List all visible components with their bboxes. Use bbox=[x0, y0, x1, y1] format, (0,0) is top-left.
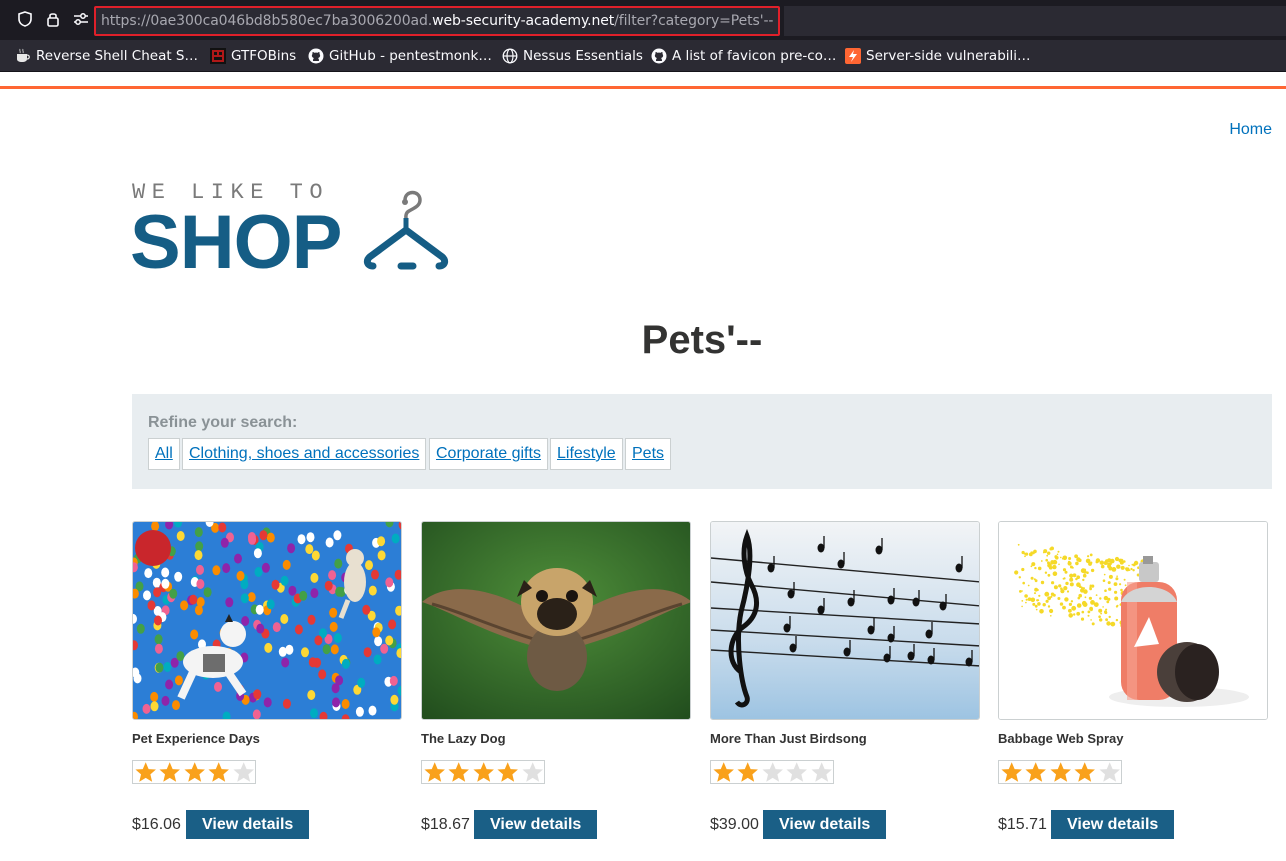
hanger-icon bbox=[363, 190, 449, 270]
star-empty-icon bbox=[1099, 762, 1120, 782]
portswigger-icon bbox=[845, 48, 861, 64]
shield-icon[interactable] bbox=[16, 10, 34, 28]
lock-icon[interactable] bbox=[44, 10, 62, 28]
bookmark-label: Server-side vulnerabili… bbox=[866, 48, 1031, 64]
view-details-button[interactable]: View details bbox=[474, 810, 598, 839]
star-filled-icon bbox=[1050, 762, 1071, 782]
product-price: $16.06 bbox=[132, 816, 181, 833]
url-text: https://0ae300ca046bd8b580ec7ba3006200ad… bbox=[101, 13, 773, 29]
rating-stars bbox=[998, 760, 1122, 784]
star-filled-icon bbox=[713, 762, 734, 782]
star-filled-icon bbox=[184, 762, 205, 782]
product-image[interactable] bbox=[998, 521, 1268, 720]
bookmark-favicon-list[interactable]: A list of favicon pre-co… bbox=[651, 47, 836, 65]
coffee-icon bbox=[17, 48, 30, 62]
view-details-button[interactable]: View details bbox=[1051, 810, 1175, 839]
product-image[interactable] bbox=[132, 521, 402, 720]
product-image[interactable] bbox=[710, 521, 980, 720]
product-name: More Than Just Birdsong bbox=[710, 731, 867, 746]
star-filled-icon bbox=[159, 762, 181, 782]
view-details-button[interactable]: View details bbox=[186, 810, 310, 839]
star-empty-icon bbox=[811, 762, 832, 782]
shop-logo[interactable]: WE LIKE TO SHOP bbox=[130, 178, 490, 273]
rating-stars bbox=[710, 760, 834, 784]
page-title: Pets'-- bbox=[641, 318, 763, 362]
product-card-pet-experience-days: Pet Experience Days $16.06 View details bbox=[132, 521, 402, 839]
star-filled-icon bbox=[135, 762, 156, 782]
star-filled-icon bbox=[448, 762, 470, 782]
star-empty-icon bbox=[786, 762, 808, 782]
balloons-dogs-image bbox=[133, 522, 401, 719]
star-empty-icon bbox=[762, 762, 783, 782]
star-filled-icon bbox=[1074, 762, 1096, 782]
star-filled-icon bbox=[737, 762, 759, 782]
product-price: $15.71 bbox=[998, 816, 1047, 833]
flying-pug-image bbox=[422, 522, 690, 719]
product-card-more-than-just-birdsong: More Than Just Birdsong $39.00 View deta… bbox=[710, 521, 980, 839]
product-price: $18.67 bbox=[421, 816, 470, 833]
product-image[interactable] bbox=[421, 521, 691, 720]
bookmark-nessus[interactable]: Nessus Essentials bbox=[502, 47, 643, 65]
star-filled-icon bbox=[497, 762, 519, 782]
product-name: Pet Experience Days bbox=[132, 731, 260, 746]
url-prefix: https://0ae300ca046bd8b580ec7ba3006200ad… bbox=[101, 13, 433, 29]
bookmark-label: GitHub - pentestmonk… bbox=[329, 48, 492, 64]
filter-all[interactable]: All bbox=[148, 438, 180, 470]
bookmark-label: Reverse Shell Cheat S… bbox=[36, 48, 198, 64]
bookmark-github-pentestmonkey[interactable]: GitHub - pentestmonk… bbox=[308, 47, 492, 65]
star-filled-icon bbox=[1001, 762, 1022, 782]
product-name: The Lazy Dog bbox=[421, 731, 506, 746]
bookmark-label: GTFOBins bbox=[231, 48, 297, 64]
url-bar-remainder[interactable] bbox=[784, 6, 1286, 36]
globe-icon bbox=[502, 48, 518, 64]
permissions-icon[interactable] bbox=[72, 10, 90, 28]
filter-lifestyle[interactable]: Lifestyle bbox=[550, 438, 623, 470]
github-icon bbox=[651, 48, 667, 64]
product-price: $39.00 bbox=[710, 816, 759, 833]
product-card-babbage-web-spray: Babbage Web Spray $15.71 View details bbox=[998, 521, 1268, 839]
star-filled-icon bbox=[473, 762, 494, 782]
rating-stars bbox=[132, 760, 256, 784]
header-accent-line bbox=[0, 86, 1286, 89]
url-input[interactable]: https://0ae300ca046bd8b580ec7ba3006200ad… bbox=[94, 6, 780, 36]
filter-clothing[interactable]: Clothing, shoes and accessories bbox=[182, 438, 427, 470]
filter-pets[interactable]: Pets bbox=[625, 438, 672, 470]
home-link[interactable]: Home bbox=[1229, 121, 1272, 139]
spray-can-image bbox=[999, 522, 1267, 719]
bookmarks-toolbar: Reverse Shell Cheat S… GTFOBins GitHub -… bbox=[0, 40, 1286, 72]
bookmark-server-side-vulns[interactable]: Server-side vulnerabili… bbox=[845, 47, 1031, 65]
star-filled-icon bbox=[1025, 762, 1047, 782]
url-host: web-security-academy.net bbox=[432, 13, 615, 29]
star-empty-icon bbox=[233, 762, 254, 782]
github-icon bbox=[308, 48, 324, 64]
browser-url-bar: https://0ae300ca046bd8b580ec7ba3006200ad… bbox=[0, 0, 1286, 40]
filter-corporate-gifts[interactable]: Corporate gifts bbox=[429, 438, 548, 470]
bookmark-reverse-shell[interactable]: Reverse Shell Cheat S… bbox=[15, 47, 198, 65]
logo-word: SHOP bbox=[130, 200, 341, 273]
star-filled-icon bbox=[424, 762, 445, 782]
product-name: Babbage Web Spray bbox=[998, 731, 1124, 746]
view-details-button[interactable]: View details bbox=[763, 810, 887, 839]
url-path: /filter?category=Pets'-- bbox=[614, 13, 774, 29]
bookmark-label: Nessus Essentials bbox=[523, 48, 643, 64]
star-filled-icon bbox=[208, 762, 230, 782]
gtfobins-icon bbox=[210, 48, 226, 64]
product-card-the-lazy-dog: The Lazy Dog $18.67 View details bbox=[421, 521, 691, 839]
rating-stars bbox=[421, 760, 545, 784]
bookmark-label: A list of favicon pre-co… bbox=[672, 48, 837, 64]
birds-on-wires-image bbox=[711, 522, 979, 719]
filter-panel: Refine your search: All Clothing, shoes … bbox=[132, 394, 1272, 489]
filter-label: Refine your search: bbox=[148, 414, 298, 431]
star-empty-icon bbox=[522, 762, 543, 782]
bookmark-gtfobins[interactable]: GTFOBins bbox=[210, 47, 296, 65]
